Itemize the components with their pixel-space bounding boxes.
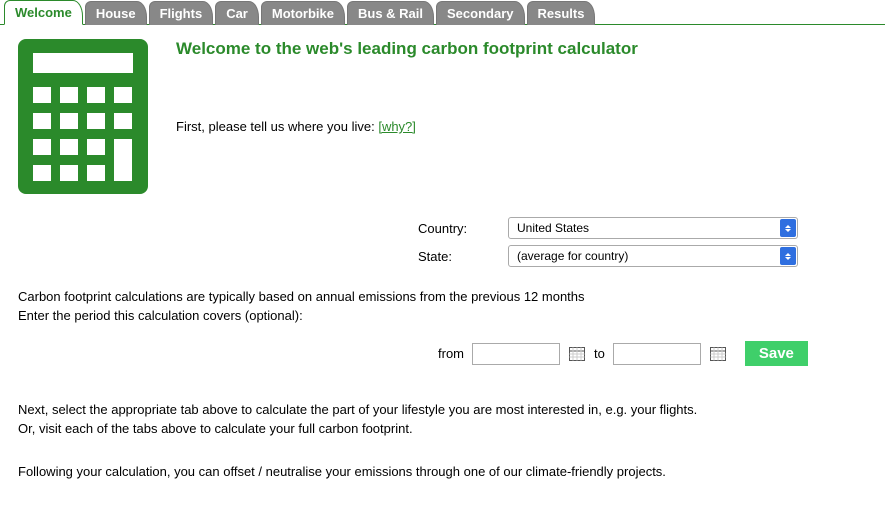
annual-note: Carbon footprint calculations are typica… <box>18 289 867 304</box>
from-label: from <box>438 346 464 361</box>
tab-flights[interactable]: Flights <box>149 1 214 25</box>
country-select[interactable]: United States <box>508 217 798 239</box>
tab-secondary[interactable]: Secondary <box>436 1 524 25</box>
period-note: Enter the period this calculation covers… <box>18 308 867 323</box>
content-panel: Welcome to the web's leading carbon foot… <box>0 25 885 497</box>
chevron-up-down-icon <box>780 247 796 265</box>
intro-text: First, please tell us where you live: [w… <box>176 119 638 134</box>
tab-welcome[interactable]: Welcome <box>4 0 83 25</box>
instruction-3: Following your calculation, you can offs… <box>18 464 867 479</box>
tab-bar: Welcome House Flights Car Motorbike Bus … <box>0 0 885 25</box>
chevron-up-down-icon <box>780 219 796 237</box>
tab-house[interactable]: House <box>85 1 147 25</box>
instruction-1: Next, select the appropriate tab above t… <box>18 402 867 417</box>
country-label: Country: <box>418 221 498 236</box>
calculator-icon <box>18 39 148 197</box>
state-select[interactable]: (average for country) <box>508 245 798 267</box>
country-value: United States <box>517 221 589 235</box>
tab-car[interactable]: Car <box>215 1 259 25</box>
tab-bus-rail[interactable]: Bus & Rail <box>347 1 434 25</box>
page-title: Welcome to the web's leading carbon foot… <box>176 39 638 59</box>
save-button[interactable]: Save <box>745 341 808 366</box>
tab-motorbike[interactable]: Motorbike <box>261 1 345 25</box>
calendar-icon[interactable] <box>568 345 586 363</box>
to-label: to <box>594 346 605 361</box>
calendar-icon[interactable] <box>709 345 727 363</box>
why-link[interactable]: [why?] <box>378 119 416 134</box>
from-date-input[interactable] <box>472 343 560 365</box>
state-label: State: <box>418 249 498 264</box>
to-date-input[interactable] <box>613 343 701 365</box>
instruction-2: Or, visit each of the tabs above to calc… <box>18 421 867 436</box>
tab-results[interactable]: Results <box>527 1 596 25</box>
state-value: (average for country) <box>517 249 628 263</box>
